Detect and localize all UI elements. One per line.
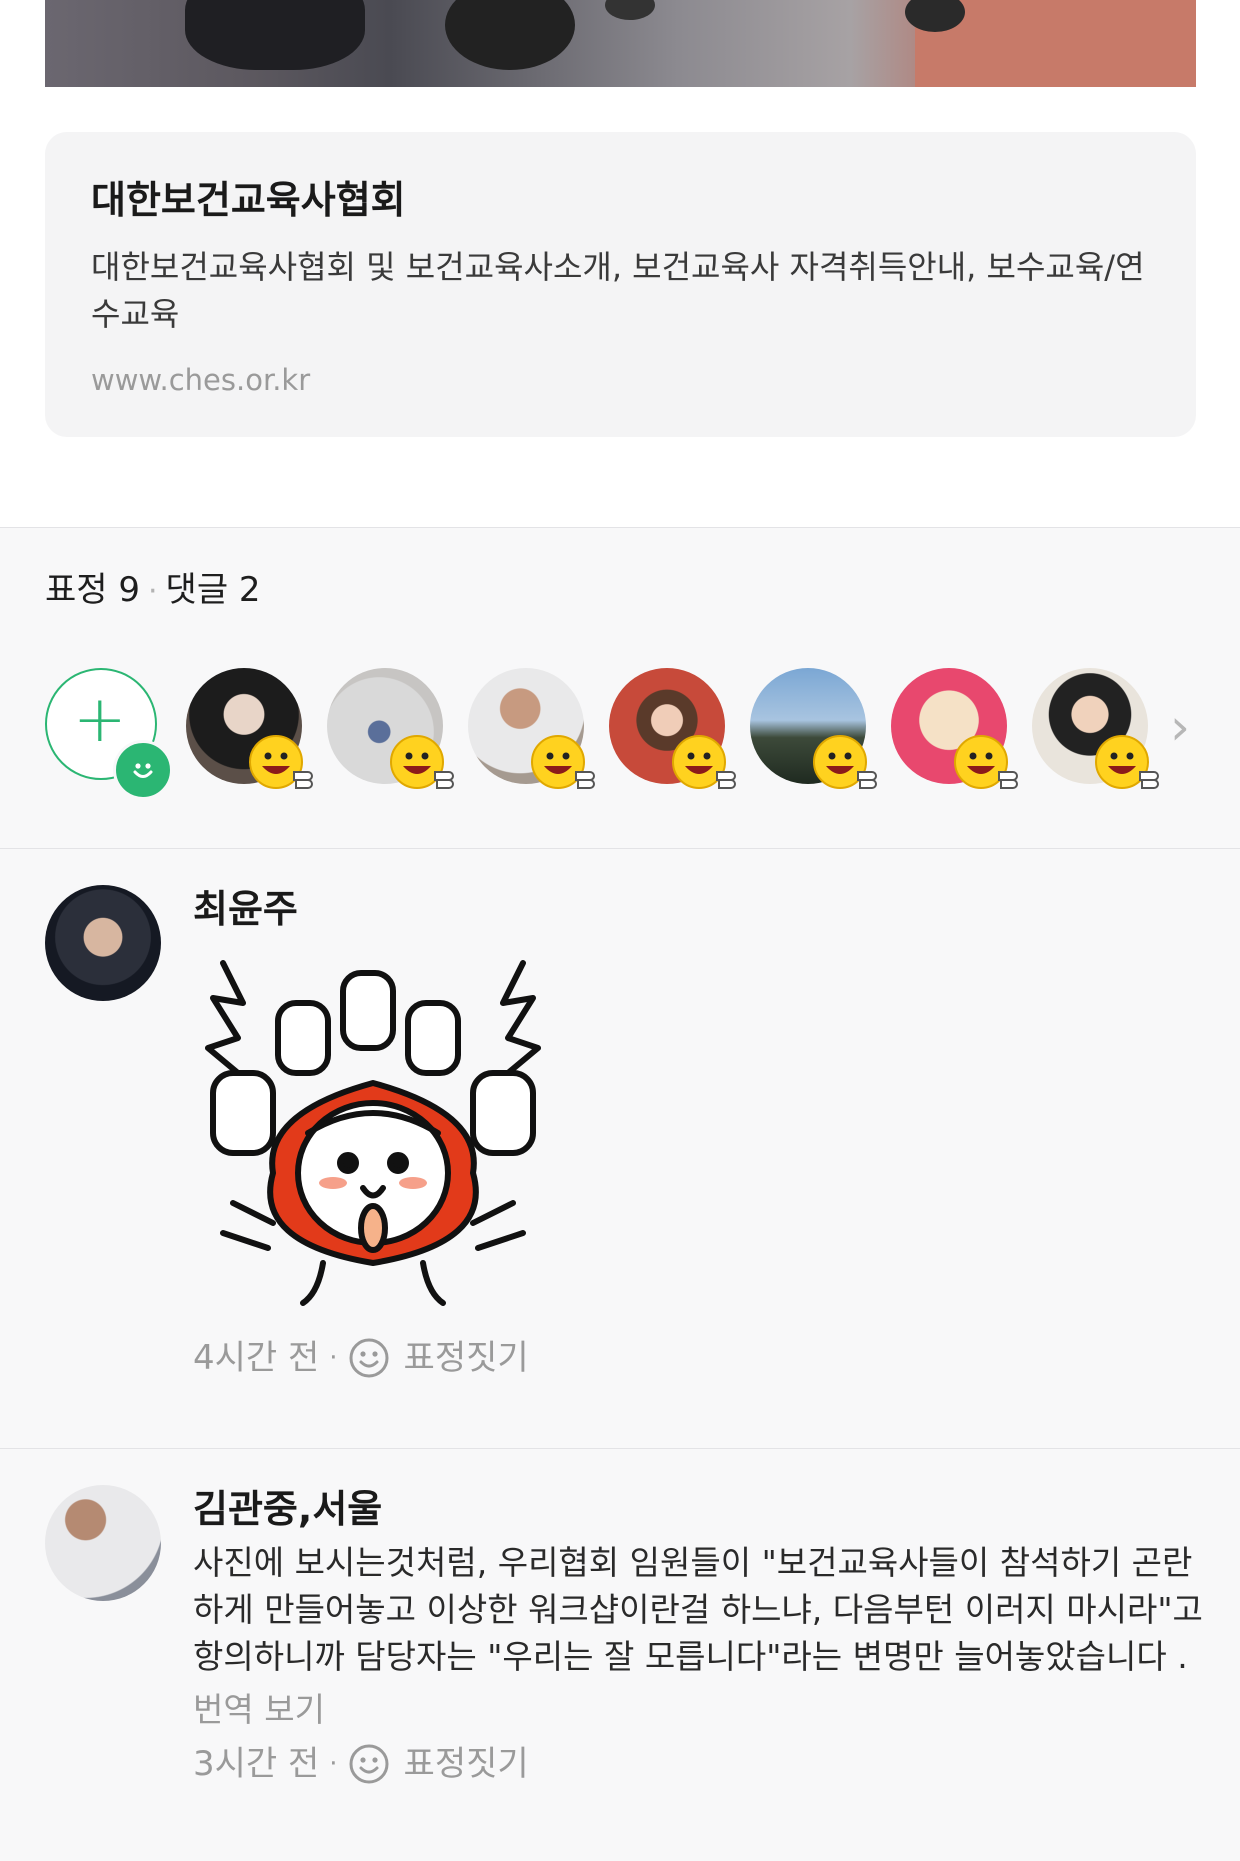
link-preview-card[interactable]: 대한보건교육사협회 대한보건교육사협회 및 보건교육사소개, 보건교육사 자격취… [45,132,1196,437]
comment-author[interactable]: 김관중,서울 [193,1485,1213,1533]
thumbs-up-smile-icon [672,735,736,789]
commenter-avatar[interactable] [45,1485,161,1601]
plus-icon: + [73,683,127,757]
comment-text: 사진에 보시는것처럼, 우리협회 임원들이 "보건교육사들이 참석하기 곤란하게… [193,1543,1203,1676]
reactor-avatar[interactable] [750,668,877,789]
comment-meta: 4시간 전 · 표정짓기 [193,1335,1213,1381]
comment-count[interactable]: 댓글 2 [166,570,261,610]
reactions-comments-panel: 표정 9 · 댓글 2 + › 최윤주 4시간 전 · 표정짓기 김관중,서울 … [0,527,1240,1861]
thumbs-up-smile-icon [1095,735,1159,789]
link-title: 대한보건교육사협회 [91,178,406,222]
comment-item: 김관중,서울 사진에 보시는것처럼, 우리협회 임원들이 "보건교육사들이 참석… [45,1485,1215,1855]
commenter-avatar[interactable] [45,885,161,1001]
translate-link[interactable]: 번역 보기 [193,1686,1213,1733]
reaction-count[interactable]: 표정 9 [45,570,140,610]
thumbs-up-smile-icon [954,735,1018,789]
thumbs-up-smile-icon [390,735,454,789]
reactor-avatar[interactable] [186,668,313,789]
reactor-avatar[interactable] [891,668,1018,789]
thumbs-up-smile-icon [813,735,877,789]
link-description: 대한보건교육사협회 및 보건교육사소개, 보건교육사 자격취득안내, 보수교육/… [91,248,1145,333]
comment-item: 최윤주 4시간 전 · 표정짓기 [45,885,1215,1385]
reactor-avatar[interactable] [609,668,736,789]
reaction-comment-counts: 표정 9 · 댓글 2 [45,568,261,614]
smile-icon[interactable] [348,1337,390,1379]
section-divider [0,1448,1240,1449]
section-divider [0,848,1240,849]
add-reaction-button[interactable]: + [45,668,173,800]
reactor-avatar[interactable] [327,668,454,789]
react-button[interactable]: 표정짓기 [404,1335,529,1381]
post-photo[interactable] [45,0,1196,87]
comment-author[interactable]: 최윤주 [193,885,1213,933]
comment-time: 4시간 전 [193,1338,320,1378]
thumbs-up-smile-icon [531,735,595,789]
react-button[interactable]: 표정짓기 [404,1741,529,1787]
chevron-right-icon[interactable]: › [1170,698,1190,756]
count-separator: · [148,574,158,609]
smile-icon[interactable] [348,1743,390,1785]
link-url: www.ches.or.kr [91,363,311,397]
thumbs-up-character-sticker [193,943,553,1323]
reactors-row: + › [45,668,1215,800]
smile-badge-icon [113,740,173,800]
reactor-avatar[interactable] [1032,668,1159,789]
thumbs-up-smile-icon [249,735,313,789]
reactor-avatar[interactable] [468,668,595,789]
comment-time: 3시간 전 [193,1744,320,1784]
comment-meta: 3시간 전 · 표정짓기 [193,1741,1213,1787]
